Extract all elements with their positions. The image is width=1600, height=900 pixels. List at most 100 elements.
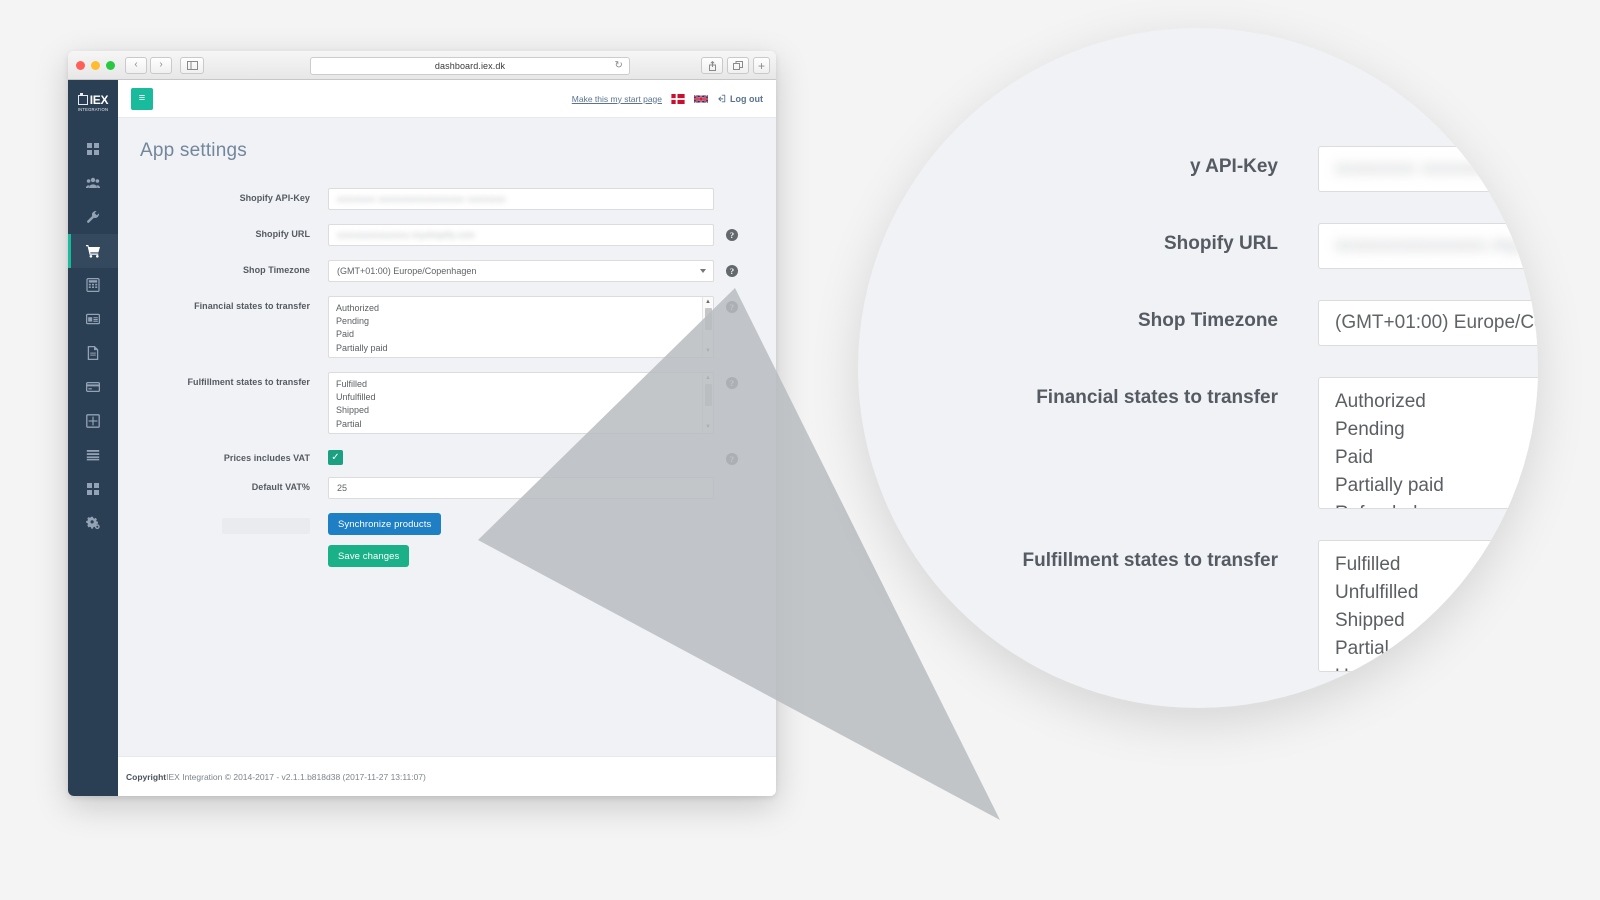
list-item[interactable]: Unshipped <box>336 431 713 433</box>
label-prices-include-vat: Prices includes VAT <box>223 453 310 463</box>
list-item[interactable]: Refunded <box>336 355 713 357</box>
form-row-financial-states: Financial states to transfer Authorized … <box>118 296 746 358</box>
list-item[interactable]: Authorized <box>1335 388 1538 416</box>
list-item[interactable]: Unfulfilled <box>336 391 713 404</box>
list-item[interactable]: Refunded <box>1335 500 1538 508</box>
control-shopify-url: xxxxxxxxxxxxxxx.myshopify.com <box>328 224 714 246</box>
scrollbar-thumb[interactable] <box>705 308 712 330</box>
wrench-icon <box>86 210 100 224</box>
shopping-cart-icon <box>86 244 100 258</box>
share-glyph <box>708 60 716 71</box>
forward-icon[interactable]: › <box>150 56 172 74</box>
help-icon-prices-include-vat[interactable]: ? <box>726 453 738 465</box>
sidebar-item-settings[interactable] <box>68 506 118 540</box>
financial-states-scrollbar[interactable]: ▲ ▼ <box>702 297 713 357</box>
danish-flag[interactable] <box>671 93 685 104</box>
sidebar-item-users[interactable] <box>68 166 118 200</box>
default-vat-input[interactable]: 25 <box>328 477 714 499</box>
scroll-up-icon[interactable]: ▲ <box>703 375 713 382</box>
list-item[interactable]: Pending <box>336 315 713 328</box>
list-item[interactable]: Authorized <box>336 302 713 315</box>
magnifier-lens: y API-Key xxxxxxxx xxxxxxxxxxxxxxxxxx xx… <box>858 28 1538 708</box>
chevron-down-icon <box>700 269 706 273</box>
mag-row-shop-timezone: Shop Timezone (GMT+01:00) Europe/Copenha… <box>858 300 1538 346</box>
new-tab-button[interactable]: + <box>753 57 770 74</box>
mag-label-shopify-url: Shopify URL <box>1164 233 1278 254</box>
forward-glyph: › <box>159 59 163 70</box>
list-item[interactable]: Paid <box>1335 444 1538 472</box>
control-default-vat: 25 <box>328 477 714 499</box>
form-row-shopify-api-key: Shopify API-Key xxxxxxxx xxxxxxxxxxxxxxx… <box>118 188 746 210</box>
mag-shopify-url-input[interactable]: xxxxxxxxxxxxxxx.myshopify.com <box>1318 223 1538 269</box>
shopify-url-input[interactable]: xxxxxxxxxxxxxxx.myshopify.com <box>328 224 714 246</box>
mag-shopify-api-key-input[interactable]: xxxxxxxx xxxxxxxxxxxxxxxxxx xxxxxxxx <box>1318 146 1538 192</box>
browser-window: ‹ › dashboard.iex.dk ↻ + IEX INTEGRATION… <box>68 51 776 796</box>
mag-financial-states-listbox[interactable]: Authorized Pending Paid Partially paid R… <box>1318 377 1538 509</box>
list-item[interactable]: Partially paid <box>336 342 713 355</box>
scroll-down-icon[interactable]: ▼ <box>703 348 713 355</box>
magnifier-content: y API-Key xxxxxxxx xxxxxxxxxxxxxxxxxx xx… <box>858 28 1538 708</box>
scrollbar-thumb[interactable] <box>705 384 712 406</box>
list-item[interactable]: Unshipped <box>1335 663 1538 671</box>
list-item[interactable]: Partial <box>1335 635 1538 663</box>
reload-icon[interactable]: ↻ <box>615 60 623 71</box>
mag-fulfillment-states-listbox[interactable]: Fulfilled Unfulfilled Shipped Partial Un… <box>1318 540 1538 672</box>
sidebar-item-dashboard[interactable] <box>68 132 118 166</box>
list-item[interactable]: Paid <box>336 328 713 341</box>
brand-tagline: INTEGRATION <box>77 106 109 112</box>
help-icon-financial-states[interactable]: ? <box>726 301 738 313</box>
sidebar-item-documents[interactable] <box>68 336 118 370</box>
sidebar-toggle-icon[interactable] <box>180 56 204 74</box>
brand-logo[interactable]: IEX INTEGRATION <box>68 80 118 120</box>
list-item[interactable]: Unfulfilled <box>1335 579 1538 607</box>
sidebar-item-modules[interactable] <box>68 404 118 438</box>
fulfillment-states-listbox[interactable]: Fulfilled Unfulfilled Shipped Partial Un… <box>328 372 714 434</box>
tabs-overview-icon[interactable] <box>727 57 749 74</box>
address-bar[interactable]: dashboard.iex.dk ↻ <box>310 57 630 75</box>
logout-button[interactable]: Log out <box>717 94 763 104</box>
help-icon-fulfillment-states[interactable]: ? <box>726 377 738 389</box>
list-item[interactable]: Shipped <box>336 404 713 417</box>
scroll-up-icon[interactable]: ▲ <box>703 299 713 306</box>
list-item[interactable]: Fulfilled <box>336 378 713 391</box>
make-start-page-link[interactable]: Make this my start page <box>572 94 662 104</box>
help-icon-shop-timezone[interactable]: ? <box>726 265 738 277</box>
sidebar-item-shop[interactable] <box>68 234 118 268</box>
fulfillment-states-scrollbar[interactable]: ▲ ▼ <box>702 373 713 433</box>
share-icon[interactable] <box>701 57 723 74</box>
topbar-right: Make this my start page Log out <box>572 93 763 104</box>
ghost-label-cell <box>118 513 328 534</box>
menu-toggle-button[interactable]: ≡ <box>131 87 153 110</box>
form-row-default-vat: Default VAT% 25 <box>118 477 746 499</box>
control-shop-timezone: (GMT+01:00) Europe/Copenhagen <box>328 260 714 282</box>
logout-icon <box>717 94 726 103</box>
sidebar-item-tools[interactable] <box>68 200 118 234</box>
close-window-button[interactable] <box>76 60 85 70</box>
sidebar-item-payments[interactable] <box>68 370 118 404</box>
sidebar-item-apps[interactable] <box>68 472 118 506</box>
list-item[interactable]: Shipped <box>1335 607 1538 635</box>
help-icon-shopify-url[interactable]: ? <box>726 229 738 241</box>
shopify-api-key-input[interactable]: xxxxxxxx xxxxxxxxxxxxxxxxxx xxxxxxxx <box>328 188 714 210</box>
list-item[interactable]: Pending <box>1335 416 1538 444</box>
prices-include-vat-checkbox[interactable]: ✓ <box>328 450 343 465</box>
browser-window-icon <box>86 312 100 326</box>
list-item[interactable]: Partially paid <box>1335 472 1538 500</box>
back-icon[interactable]: ‹ <box>125 56 147 74</box>
english-flag[interactable] <box>694 94 708 104</box>
sidebar-item-accounting[interactable] <box>68 268 118 302</box>
financial-states-listbox[interactable]: Authorized Pending Paid Partially paid R… <box>328 296 714 358</box>
file-icon <box>86 346 100 360</box>
maximize-window-button[interactable] <box>106 60 115 70</box>
sidebar-item-lists[interactable] <box>68 438 118 472</box>
minimize-window-button[interactable] <box>91 60 100 70</box>
mag-shop-timezone-select[interactable]: (GMT+01:00) Europe/Copenhagen <box>1318 300 1538 346</box>
save-changes-button[interactable]: Save changes <box>328 545 410 567</box>
synchronize-products-button[interactable]: Synchronize products <box>328 513 442 535</box>
shop-timezone-select[interactable]: (GMT+01:00) Europe/Copenhagen <box>328 260 714 282</box>
list-item[interactable]: Partial <box>336 418 713 431</box>
scroll-down-icon[interactable]: ▼ <box>703 424 713 431</box>
page-title: App settings <box>140 140 247 161</box>
list-item[interactable]: Fulfilled <box>1335 551 1538 579</box>
sidebar-item-window[interactable] <box>68 302 118 336</box>
